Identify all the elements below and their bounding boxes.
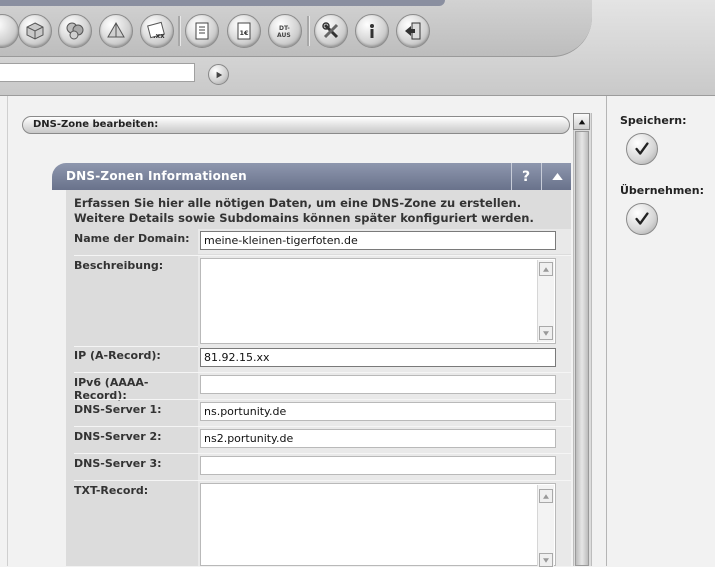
dns1-input[interactable] <box>200 402 556 421</box>
dns1-label: DNS-Server 1: <box>74 403 162 416</box>
description-label: Beschreibung: <box>74 259 164 272</box>
go-arrow-icon[interactable] <box>208 64 229 85</box>
scroll-thumb[interactable] <box>575 131 589 566</box>
txt-cell <box>198 481 571 567</box>
form-row-dns3: DNS-Server 3: <box>66 454 571 480</box>
dns3-label: DNS-Server 3: <box>74 457 162 470</box>
toolbar-separator <box>178 16 181 46</box>
domain-input[interactable] <box>200 231 556 250</box>
arrow-up-icon <box>578 119 585 124</box>
main-right-border <box>606 96 607 566</box>
description-cell <box>198 256 571 346</box>
section-header: DNS-Zone bearbeiten: <box>22 116 570 134</box>
toolbar-separator <box>307 16 310 46</box>
scroll-up-button[interactable] <box>573 113 590 130</box>
help-button[interactable]: ? <box>511 163 540 190</box>
ipv4-input[interactable] <box>200 348 556 367</box>
collapse-button[interactable] <box>541 163 572 190</box>
textarea-scroll-up-icon[interactable] <box>539 262 553 276</box>
exit-icon[interactable] <box>396 14 430 48</box>
txt-textarea-scrollbar[interactable] <box>537 485 554 567</box>
chevron-up-icon <box>551 173 563 180</box>
cube-icon[interactable] <box>18 14 52 48</box>
panel-title: DNS-Zonen Informationen <box>66 169 247 183</box>
dns2-label: DNS-Server 2: <box>74 430 162 443</box>
form-row-description: Beschreibung: <box>66 256 571 346</box>
top-toolbar: .xx 1€ DT- AUS <box>0 0 715 96</box>
panel-header: DNS-Zonen Informationen ? <box>52 163 571 190</box>
description-textarea[interactable] <box>200 258 556 344</box>
domain-cell <box>198 229 571 254</box>
form-row-ipv4: IP (A-Record): <box>66 346 571 372</box>
form-row-ipv6: IPv6 (AAAA-Record): <box>66 373 571 402</box>
textarea-scroll-down-icon[interactable] <box>539 326 553 340</box>
textarea-scroll-down-icon[interactable] <box>539 553 553 567</box>
pyramid-icon[interactable] <box>99 14 133 48</box>
ipv6-label: IPv6 (AAAA-Record): <box>74 376 149 402</box>
dt-aus-icon[interactable]: DT- AUS <box>268 14 302 48</box>
save-label: Speichern: <box>620 114 687 127</box>
aus-label: AUS <box>277 32 291 39</box>
ipv6-cell <box>198 373 571 399</box>
textarea-scroll-up-icon[interactable] <box>539 489 553 503</box>
search-input[interactable] <box>0 63 195 82</box>
dns2-cell <box>198 427 571 453</box>
txt-record-textarea[interactable] <box>200 483 556 567</box>
description-textarea-scrollbar[interactable] <box>537 260 554 342</box>
help-label: ? <box>521 168 531 185</box>
xx-domain-icon[interactable]: .xx <box>140 14 174 48</box>
dns3-input[interactable] <box>200 456 556 475</box>
toolbar-top-line <box>0 0 445 6</box>
form-row-dns1: DNS-Server 1: <box>66 400 571 426</box>
euro-label: 1€ <box>240 29 250 37</box>
form-row-dns2: DNS-Server 2: <box>66 427 571 453</box>
dns1-cell <box>198 400 571 426</box>
info-icon[interactable] <box>355 14 389 48</box>
save-button[interactable] <box>626 133 658 165</box>
form-row-txt: TXT-Record: <box>66 481 571 567</box>
partial-toolbar-button[interactable] <box>0 14 19 48</box>
svg-text:.xx: .xx <box>153 32 165 40</box>
ipv4-cell <box>198 346 571 372</box>
document-icon[interactable] <box>185 14 219 48</box>
form-row-domain: Name der Domain: <box>66 229 571 254</box>
dns3-cell <box>198 454 571 480</box>
apply-label: Übernehmen: <box>620 184 704 197</box>
toolbar-strip: .xx 1€ DT- AUS <box>0 0 592 57</box>
txt-label: TXT-Record: <box>74 484 149 497</box>
ipv4-label: IP (A-Record): <box>74 349 161 362</box>
checkmark-icon <box>635 142 649 155</box>
cubes-icon[interactable] <box>58 14 92 48</box>
apply-button[interactable] <box>626 203 658 235</box>
tools-icon[interactable] <box>314 14 348 48</box>
domain-label: Name der Domain: <box>74 232 190 245</box>
dns2-input[interactable] <box>200 429 556 448</box>
panel-intro-text: Erfassen Sie hier alle nötigen Daten, um… <box>74 196 534 225</box>
main-left-border <box>7 96 8 566</box>
checkmark-icon <box>635 212 649 225</box>
dt-label: DT- <box>279 25 290 32</box>
invoice-euro-icon[interactable]: 1€ <box>227 14 261 48</box>
ipv6-input[interactable] <box>200 375 556 394</box>
